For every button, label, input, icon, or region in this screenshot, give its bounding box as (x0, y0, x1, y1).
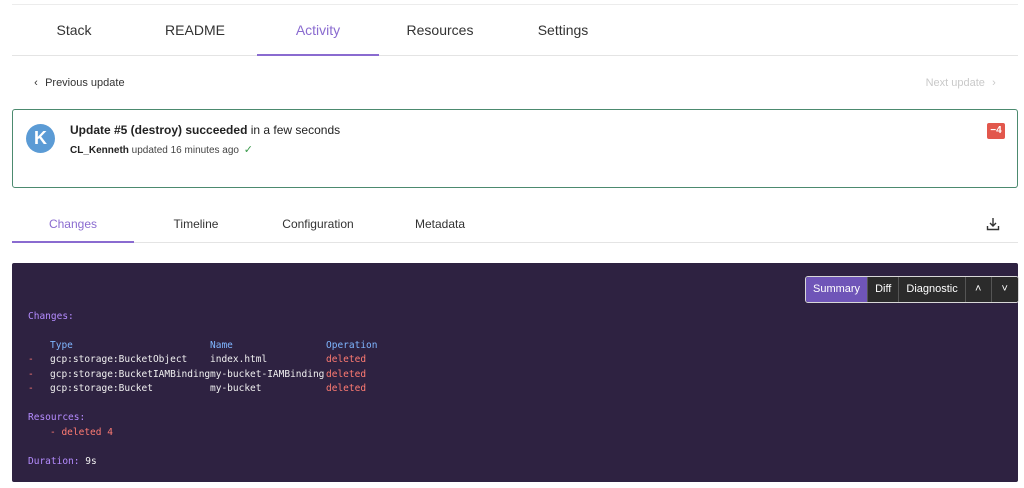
row-type: gcp:storage:BucketIAMBinding (50, 369, 211, 380)
chevron-down-icon[interactable]: ˅ (991, 277, 1018, 302)
tab-activity[interactable]: Activity (257, 6, 379, 56)
previous-update-link[interactable]: ‹ Previous update (30, 74, 125, 92)
tab-readme[interactable]: README (162, 6, 228, 56)
download-icon[interactable] (986, 217, 1000, 231)
row-operation: deleted (326, 383, 367, 394)
duration-label: Duration: (28, 456, 80, 467)
chevron-up-icon[interactable]: ˄ (965, 277, 992, 302)
update-title-duration: in a few seconds (247, 123, 341, 137)
tab-timeline[interactable]: Timeline (162, 207, 230, 243)
top-divider (12, 4, 1018, 5)
summary-button[interactable]: Summary (806, 277, 869, 302)
deleted-count-badge: −4 (987, 123, 1005, 139)
tab-settings[interactable]: Settings (532, 6, 594, 56)
update-time: updated 16 minutes ago (128, 145, 239, 156)
column-name-header: Name (210, 340, 233, 351)
chevron-right-icon: › (992, 77, 996, 89)
row-name: index.html (210, 354, 268, 365)
duration-line: Duration: 9s (28, 456, 97, 468)
next-update-link[interactable]: Next update › (926, 74, 1000, 92)
avatar: K (26, 124, 55, 153)
tab-configuration[interactable]: Configuration (274, 207, 362, 243)
next-update-label: Next update (925, 77, 985, 89)
tab-stack[interactable]: Stack (50, 6, 98, 56)
row-type: gcp:storage:Bucket (50, 383, 153, 394)
stack-tabs: Stack README Activity Resources Settings (12, 6, 1018, 56)
duration-value: 9s (85, 456, 97, 467)
row-name: my-bucket (210, 383, 262, 394)
tab-resources[interactable]: Resources (404, 6, 476, 56)
changes-heading: Changes: (28, 311, 74, 322)
check-icon: ✓ (243, 144, 253, 156)
previous-update-label: Previous update (45, 77, 125, 89)
update-subtitle: CL_Kenneth updated 16 minutes ago ✓ (70, 143, 253, 156)
diagnostic-button[interactable]: Diagnostic (899, 277, 966, 302)
row-type: gcp:storage:BucketObject (50, 354, 188, 365)
column-operation-header: Operation (326, 340, 378, 351)
update-summary-card: K Update #5 (destroy) succeeded in a few… (12, 109, 1018, 188)
row-sign: - (28, 354, 34, 365)
update-detail-tabs: Changes Timeline Configuration Metadata (12, 207, 1018, 243)
view-mode-toolbar: Summary Diff Diagnostic ˄ ˅ (805, 276, 1019, 303)
column-type-header: Type (50, 340, 73, 351)
row-name: my-bucket-IAMBinding (210, 369, 325, 380)
diff-button[interactable]: Diff (868, 277, 900, 302)
row-sign: - (28, 369, 34, 380)
update-title-status: Update #5 (destroy) succeeded (70, 123, 248, 137)
row-operation: deleted (326, 354, 367, 365)
update-title: Update #5 (destroy) succeeded in a few s… (70, 123, 340, 137)
resources-heading: Resources: (28, 412, 86, 423)
resources-deleted: - deleted 4 (50, 427, 113, 438)
tab-metadata[interactable]: Metadata (410, 207, 470, 243)
row-operation: deleted (326, 369, 367, 380)
chevron-left-icon: ‹ (34, 77, 38, 89)
tab-changes[interactable]: Changes (12, 207, 134, 243)
update-user[interactable]: CL_Kenneth (70, 145, 129, 156)
row-sign: - (28, 383, 34, 394)
